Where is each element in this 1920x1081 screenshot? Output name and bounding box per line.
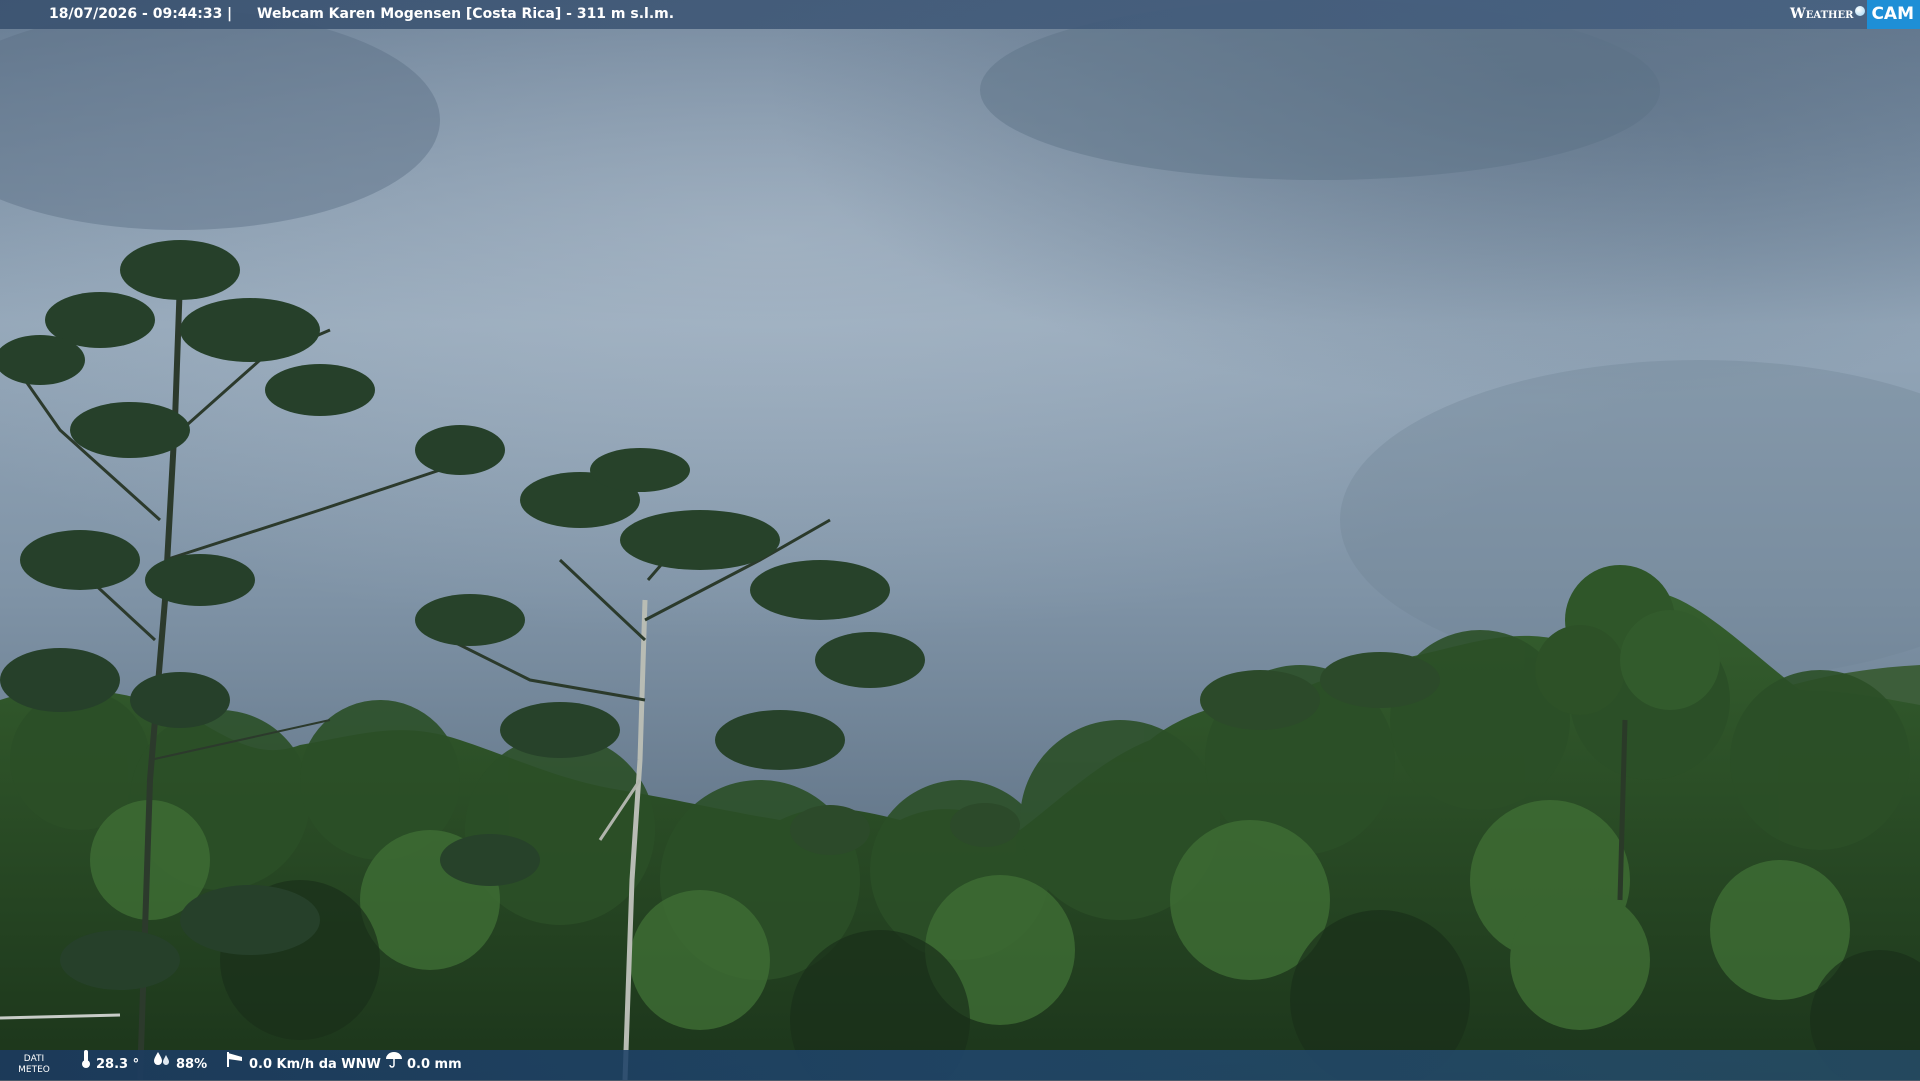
humidity-reading: 88% (152, 1050, 207, 1080)
logo-weather-text: Weather (1790, 0, 1855, 29)
logo-cam-text: CAM (1867, 0, 1920, 29)
temperature-value: 28.3 ° (96, 1050, 139, 1080)
weathercam-logo[interactable]: Weather CAM (1790, 0, 1920, 29)
meteo-label-line1: DATI (14, 1054, 54, 1065)
logo-dot-icon (1855, 6, 1865, 16)
rain-umbrella-icon (385, 1050, 403, 1080)
webcam-image (0, 0, 1920, 1080)
rain-reading: 0.0 mm (385, 1050, 462, 1080)
humidity-value: 88% (176, 1050, 207, 1080)
separator: | (227, 0, 232, 29)
top-info-bar: 18/07/2026 - 09:44:33 | Webcam Karen Mog… (0, 0, 1920, 29)
rain-value: 0.0 mm (407, 1050, 462, 1080)
windsock-icon (225, 1050, 245, 1080)
camera-title: Webcam Karen Mogensen [Costa Rica] - 311… (257, 0, 674, 29)
capture-datetime: 18/07/2026 - 09:44:33 (49, 0, 222, 29)
webcam-landscape (0, 0, 1920, 1080)
meteo-label-line2: METEO (14, 1065, 54, 1076)
wind-reading: 0.0 Km/h da WNW (225, 1050, 381, 1080)
humidity-drops-icon (152, 1050, 172, 1080)
bottom-meteo-bar: DATI METEO 28.3 ° 88% 0.0 Km/h da WNW (0, 1050, 1920, 1080)
wind-value: 0.0 Km/h da WNW (249, 1050, 381, 1080)
temperature-reading: 28.3 ° (80, 1050, 139, 1080)
thermometer-icon (80, 1049, 92, 1081)
meteo-label: DATI METEO (14, 1054, 54, 1076)
